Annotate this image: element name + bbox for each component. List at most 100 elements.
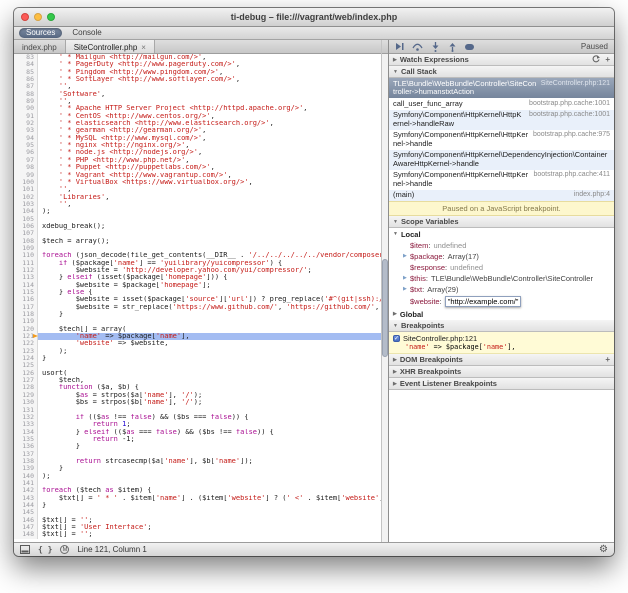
frame-name: TLE\Bundle\WebBundle\Controller\SiteCont… (393, 79, 536, 97)
file-tab-sitecontroller-php[interactable]: SiteController.php × (66, 40, 155, 53)
console-drawer-icon[interactable] (20, 545, 30, 554)
paused-status: Paused (581, 42, 608, 51)
title-bar[interactable]: ti-debug – file:///vagrant/web/index.php (14, 8, 614, 27)
code-line: 145 (14, 509, 381, 516)
xhr-breakpoints-header[interactable]: ▶ XHR Breakpoints (389, 366, 614, 378)
close-tab-icon[interactable]: × (141, 43, 146, 52)
code-line: 127 $tech, (14, 377, 381, 384)
editor-scrollbar[interactable] (381, 40, 388, 542)
code-line: 106xdebug_break(); (14, 223, 381, 230)
frame-location: SiteController.php:121 (541, 80, 610, 89)
code-line: 129 $as = strpos($a['name'], '/'); (14, 392, 381, 399)
code-line: 108$tech = array(); (14, 238, 381, 245)
scrollbar-track[interactable] (382, 54, 388, 542)
code-line: 85 ' * Pingdom <http://www.pingdom.com/>… (14, 69, 381, 76)
debugger-controls: Paused (389, 40, 614, 54)
variable-value: Array(17) (448, 252, 479, 261)
value-edit-field[interactable]: "http://example.com/" (445, 296, 522, 307)
code-text: function ($a, $b) { (38, 384, 381, 391)
breakpoints-header[interactable]: ▼ Breakpoints (389, 320, 614, 332)
code-line: 139 } (14, 465, 381, 472)
scope-variable-row[interactable]: $item:undefined (389, 240, 614, 251)
code-line: 146$txt[] = ''; (14, 517, 381, 524)
code-text (38, 216, 381, 223)
code-line: 121 'name' => $package['name'], (14, 333, 381, 340)
tab-console[interactable]: Console (65, 28, 108, 38)
scope-local-root[interactable]: ▼ Local (389, 228, 614, 240)
code-line: 143 $txt[] = ' * ' . $item['name'] . ($i… (14, 495, 381, 502)
zoom-window-button[interactable] (47, 13, 55, 21)
scope-variables-header[interactable]: ▼ Scope Variables (389, 216, 614, 228)
variable-value: TLE\Bundle\WebBundle\Controller\SiteCont… (431, 274, 593, 283)
scope-variable-row[interactable]: ▶$this:TLE\Bundle\WebBundle\Controller\S… (389, 273, 614, 284)
call-stack-frame[interactable]: bootstrap.php.cache:975Symfony\Component… (389, 130, 614, 150)
code-text (38, 318, 381, 325)
code-text (38, 451, 381, 458)
code-text: } elseif (($as === false) && ($bs !== fa… (38, 429, 381, 436)
step-over-button[interactable] (412, 42, 423, 51)
call-stack-header[interactable]: ▼ Call Stack (389, 66, 614, 78)
code-text: } else { (38, 289, 381, 296)
add-watch-icon[interactable]: + (605, 55, 610, 64)
settings-gear-icon[interactable]: ⚙ (599, 544, 608, 555)
code-line: 132 if (($as !== false) && ($bs === fals… (14, 414, 381, 421)
code-text: ' * Pingdom <http://www.pingdom.com/>', (38, 69, 381, 76)
file-tab-index-php[interactable]: index.php (14, 40, 66, 53)
frame-name: Symfony\Component\HttpKernel\HttpKernel-… (393, 110, 521, 128)
scope-variable-row[interactable]: $response:undefined (389, 262, 614, 273)
frame-location: index.php:4 (574, 191, 610, 200)
call-stack-frame[interactable]: bootstrap.php.cache:1001Symfony\Componen… (389, 110, 614, 130)
code-line: 126usort( (14, 370, 381, 377)
breakpoint-checkbox[interactable]: ✓ (393, 335, 400, 342)
expand-triangle-icon[interactable]: ▶ (403, 252, 410, 261)
frame-name: call_user_func_array (393, 99, 463, 108)
event-listener-breakpoints-header[interactable]: ▶ Event Listener Breakpoints (389, 378, 614, 390)
resume-button[interactable] (395, 42, 404, 51)
tab-sources[interactable]: Sources (19, 28, 62, 38)
code-line: 92 ' * elasticsearch <http://www.elastic… (14, 120, 381, 127)
call-stack-frame-current[interactable]: SiteController.php:121 TLE\Bundle\WebBun… (389, 78, 614, 98)
code-line: 94 ' * MySQL <http://www.mysql.com/>', (14, 135, 381, 142)
call-stack-frame[interactable]: index.php:4 (main) (389, 190, 614, 202)
code-text: ' * MySQL <http://www.mysql.com/>', (38, 135, 381, 142)
colon: : (443, 252, 445, 261)
call-stack-frame[interactable]: bootstrap.php.cache:1001call_user_func_a… (389, 98, 614, 110)
code-text: return 1; (38, 421, 381, 428)
toggle-breakpoints-button[interactable] (465, 43, 475, 51)
expand-triangle-icon[interactable]: ▶ (403, 274, 410, 283)
code-line: 117 $website = str_replace('https://www.… (14, 304, 381, 311)
section-title: Scope Variables (401, 217, 459, 226)
scope-variable-row[interactable]: ▶$package:Array(17) (389, 251, 614, 262)
minimize-window-button[interactable] (34, 13, 42, 21)
minified-badge-icon[interactable]: M (60, 545, 69, 554)
code-text: 'website' => $website, (38, 340, 381, 347)
section-title: Breakpoints (401, 321, 444, 330)
close-window-button[interactable] (21, 13, 29, 21)
variable-name: $this (410, 274, 426, 283)
breakpoint-item[interactable]: ✓SiteController.php:121'name' => $packag… (389, 332, 614, 354)
frame-name: (main) (393, 190, 414, 199)
code-line: 88 'Software', (14, 91, 381, 98)
code-text: usort( (38, 370, 381, 377)
call-stack-frame[interactable]: Symfony\Component\HttpKernel\DependencyI… (389, 150, 614, 170)
code-text: ); (38, 208, 381, 215)
call-stack-frame[interactable]: bootstrap.php.cache:411Symfony\Component… (389, 170, 614, 190)
add-dom-breakpoint-icon[interactable]: + (605, 355, 610, 364)
disclosure-triangle-icon: ▶ (393, 57, 397, 63)
code-text: $txt[] = 'User Interface'; (38, 524, 381, 531)
line-number-gutter[interactable]: 148 (14, 531, 38, 538)
watch-expressions-header[interactable]: ▶ Watch Expressions + (389, 54, 614, 66)
scope-variable-row[interactable]: $website:"http://example.com/" (389, 295, 614, 308)
code-editor[interactable]: 83 ' * Mailgun <http://mailgun.com/>',84… (14, 54, 381, 542)
scope-variable-row[interactable]: ▶$txt:Array(29) (389, 284, 614, 295)
expand-triangle-icon[interactable]: ▶ (403, 285, 410, 294)
step-into-button[interactable] (431, 42, 440, 52)
disclosure-triangle-icon: ▶ (393, 369, 397, 375)
scope-global-root[interactable]: ▶ Global (389, 308, 614, 320)
pretty-print-icon[interactable]: { } (38, 546, 52, 554)
scrollbar-thumb[interactable] (382, 259, 388, 357)
dom-breakpoints-header[interactable]: ▶ DOM Breakpoints + (389, 354, 614, 366)
refresh-watch-icon[interactable] (592, 55, 600, 65)
step-out-button[interactable] (448, 42, 457, 52)
code-text: $tech, (38, 377, 381, 384)
